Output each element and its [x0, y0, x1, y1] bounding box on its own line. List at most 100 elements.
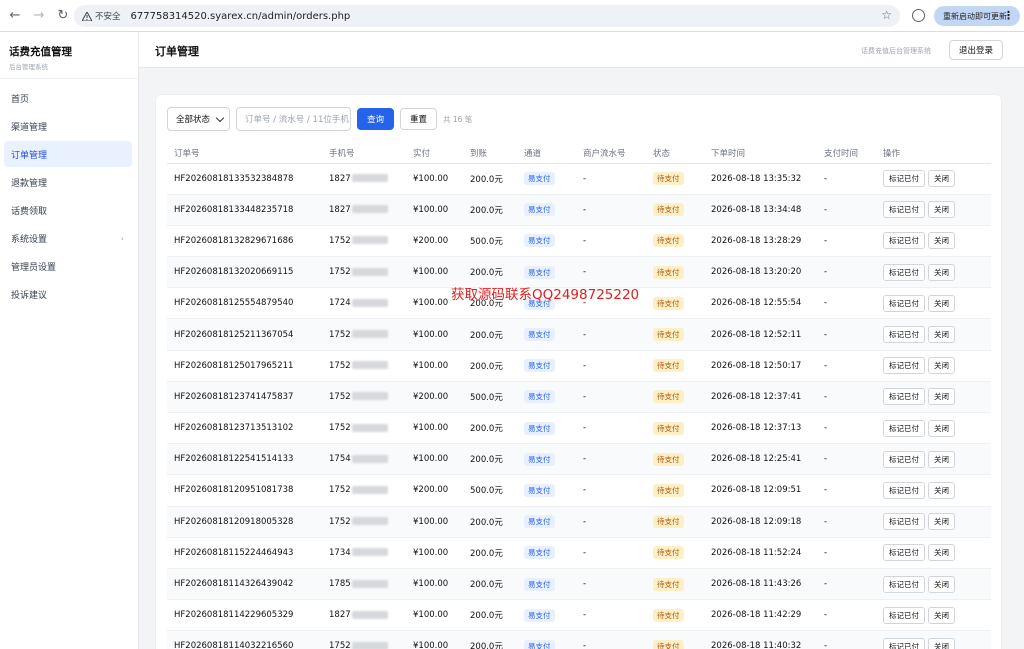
- bookmark-star-icon[interactable]: ☆: [881, 8, 892, 22]
- close-order-button[interactable]: 关闭: [928, 326, 955, 344]
- status-select[interactable]: 全部状态: [167, 107, 230, 131]
- mark-paid-button[interactable]: 标记已付: [883, 450, 925, 468]
- close-order-button[interactable]: 关闭: [928, 201, 955, 219]
- channel-tag: 易支付: [524, 515, 555, 529]
- mark-paid-button[interactable]: 标记已付: [883, 357, 925, 375]
- mark-paid-button[interactable]: 标记已付: [883, 263, 925, 281]
- mark-paid-button[interactable]: 标记已付: [883, 637, 925, 649]
- sidebar-item[interactable]: 退款管理: [4, 169, 132, 195]
- brand-title: 话费充值管理: [9, 46, 72, 58]
- merchant-serial-cell: -: [576, 194, 646, 226]
- actions-cell: 标记已付 关闭: [876, 287, 991, 320]
- mark-paid-button[interactable]: 标记已付: [883, 232, 925, 250]
- status-badge: 待支付: [653, 203, 684, 217]
- back-arrow-icon[interactable]: ←: [6, 7, 24, 25]
- mark-paid-button[interactable]: 标记已付: [883, 419, 925, 437]
- mark-paid-button[interactable]: 标记已付: [883, 170, 925, 188]
- close-order-button[interactable]: 关闭: [928, 388, 955, 406]
- close-order-button[interactable]: 关闭: [928, 232, 955, 250]
- created-time-cell-text: 2026-08-18 11:42:29: [711, 610, 802, 621]
- sidebar-item[interactable]: 管理员设置: [4, 253, 132, 279]
- close-order-button[interactable]: 关闭: [928, 606, 955, 624]
- merchant-serial-cell-text: -: [583, 235, 587, 246]
- redacted-phone-mask: [351, 423, 388, 432]
- credit-amount-cell-text: 200.0元: [470, 642, 503, 649]
- search-input[interactable]: 订单号 / 流水号 / 11位手机: [236, 107, 351, 131]
- paid-amount-cell: ¥100.00: [406, 350, 463, 382]
- created-time-cell: 2026-08-18 12:25:41: [704, 443, 817, 476]
- mark-paid-button[interactable]: 标记已付: [883, 606, 925, 624]
- sidebar-item[interactable]: 订单管理: [4, 141, 132, 167]
- order-number-cell-text: HF20260818114032216560: [174, 641, 294, 649]
- mark-paid-button[interactable]: 标记已付: [883, 513, 925, 531]
- close-order-button[interactable]: 关闭: [928, 481, 955, 499]
- sidebar-item-label: 系统设置: [11, 234, 48, 245]
- channel-cell: 易支付: [517, 506, 576, 538]
- status-badge: 待支付: [653, 452, 684, 466]
- phone-cell-text: 1785: [329, 579, 351, 590]
- mark-paid-button[interactable]: 标记已付: [883, 481, 925, 499]
- channel-cell: 易支付: [517, 194, 576, 226]
- reload-icon[interactable]: ↻: [54, 7, 72, 25]
- close-order-button[interactable]: 关闭: [928, 263, 955, 281]
- channel-tag: 易支付: [524, 483, 555, 497]
- mark-paid-button[interactable]: 标记已付: [883, 575, 925, 593]
- mark-paid-button[interactable]: 标记已付: [883, 544, 925, 562]
- close-order-button[interactable]: 关闭: [928, 544, 955, 562]
- close-order-button[interactable]: 关闭: [928, 357, 955, 375]
- table-row: HF20260818114326439042 1785 ¥100.00 200.0元 易…: [167, 568, 991, 601]
- more-menu-icon[interactable]: ⋮: [1003, 9, 1014, 22]
- pay-time-cell: -: [817, 630, 876, 649]
- status-select-value: 全部状态: [176, 115, 211, 125]
- channel-cell: 易支付: [517, 568, 576, 601]
- sidebar-menu: 首页 渠道管理 订单管理 退款管理话费领取系统设置 › 管理员设置 投诉建议: [0, 79, 138, 307]
- pay-time-cell: -: [817, 350, 876, 382]
- column-header: 下单时间: [704, 143, 817, 164]
- phone-cell: 1752: [322, 412, 406, 445]
- phone-cell: 1724: [322, 287, 406, 320]
- mark-paid-button[interactable]: 标记已付: [883, 201, 925, 219]
- order-number-cell: HF20260818123741475837: [167, 381, 322, 414]
- query-button[interactable]: 查询: [357, 108, 394, 130]
- close-order-button[interactable]: 关闭: [928, 513, 955, 531]
- sidebar-item[interactable]: 渠道管理: [4, 113, 132, 139]
- close-order-button[interactable]: 关闭: [928, 637, 955, 649]
- update-button[interactable]: 重新启动即可更新 ⋮: [934, 6, 1020, 26]
- close-order-button[interactable]: 关闭: [928, 575, 955, 593]
- actions-cell: 标记已付 关闭: [876, 381, 991, 414]
- mark-paid-button[interactable]: 标记已付: [883, 294, 925, 312]
- paid-amount-cell: ¥100.00: [406, 568, 463, 601]
- credit-amount-cell-text: 200.0元: [470, 205, 503, 216]
- credit-amount-cell-text: 200.0元: [470, 580, 503, 591]
- status-cell: 待支付: [646, 194, 704, 226]
- sidebar-item[interactable]: 话费领取: [4, 197, 132, 223]
- paid-amount-cell-text: ¥100.00: [413, 360, 449, 371]
- created-time-cell: 2026-08-18 12:09:51: [704, 474, 817, 507]
- merchant-serial-cell-text: -: [583, 516, 587, 527]
- sidebar-item-label: 话费领取: [11, 206, 48, 217]
- close-order-button[interactable]: 关闭: [928, 450, 955, 468]
- mark-paid-button[interactable]: 标记已付: [883, 326, 925, 344]
- forward-arrow-icon[interactable]: →: [30, 7, 48, 25]
- close-order-button[interactable]: 关闭: [928, 170, 955, 188]
- profile-icon[interactable]: [912, 9, 925, 22]
- sidebar-item[interactable]: 投诉建议: [4, 281, 132, 307]
- sidebar-item[interactable]: 首页: [4, 85, 132, 111]
- credit-amount-cell-text: 200.0元: [470, 517, 503, 528]
- close-order-button[interactable]: 关闭: [928, 419, 955, 437]
- paid-amount-cell-text: ¥100.00: [413, 298, 449, 309]
- url-text[interactable]: 677758314520.syarex.cn/admin/orders.php: [131, 11, 351, 22]
- order-number-cell: HF20260818133532384878: [167, 163, 322, 195]
- sidebar-item[interactable]: 系统设置 ›: [4, 225, 132, 251]
- logout-button[interactable]: 退出登录: [949, 40, 1003, 60]
- mark-paid-button[interactable]: 标记已付: [883, 388, 925, 406]
- security-chip[interactable]: 不安全: [82, 10, 121, 22]
- redacted-phone-mask: [351, 267, 388, 276]
- paid-amount-cell-text: ¥100.00: [413, 579, 449, 590]
- column-header: 手机号: [322, 143, 406, 164]
- created-time-cell: 2026-08-18 11:42:29: [704, 599, 817, 632]
- phone-cell-text: 1752: [329, 391, 351, 402]
- address-bar[interactable]: 不安全 677758314520.syarex.cn/admin/orders.…: [74, 5, 900, 27]
- close-order-button[interactable]: 关闭: [928, 294, 955, 312]
- reset-button[interactable]: 重置: [400, 108, 437, 130]
